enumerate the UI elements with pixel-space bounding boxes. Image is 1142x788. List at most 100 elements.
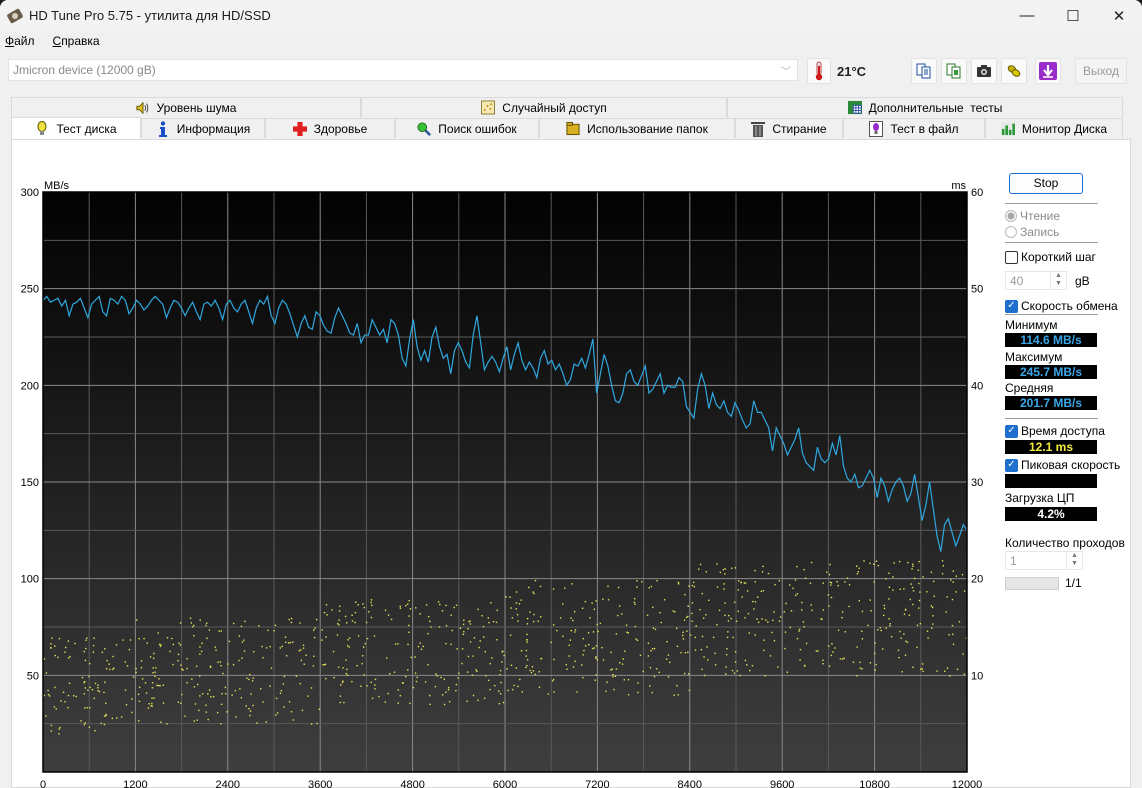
access-time-point	[844, 581, 846, 583]
copy-info-button[interactable]	[941, 58, 967, 84]
access-time-point	[434, 685, 437, 688]
tab-folder-usage[interactable]: Использование папок	[539, 118, 735, 138]
transfer-rate-checkbox[interactable]: ✓ Скорость обмена	[1005, 299, 1118, 313]
access-time-point	[366, 637, 369, 640]
tab-disk-monitor[interactable]: Монитор Диска	[985, 118, 1123, 138]
access-time-point	[726, 648, 728, 650]
tab-random-access[interactable]: Случайный доступ	[361, 97, 727, 117]
save-button[interactable]	[1035, 58, 1061, 84]
access-time-point	[888, 586, 891, 588]
screenshot-button[interactable]	[971, 58, 997, 84]
options-button[interactable]	[1001, 58, 1027, 84]
drive-select[interactable]: Jmicron device (12000 gB) ﹀	[8, 59, 798, 81]
spin-arrows-icon[interactable]: ▲ ▼	[1066, 552, 1082, 569]
access-time-point	[763, 649, 765, 652]
copy-text-button[interactable]	[911, 58, 937, 84]
access-time-point	[754, 601, 757, 603]
minimize-button[interactable]: —	[1004, 0, 1050, 31]
access-time-point	[764, 674, 766, 677]
tab-erase[interactable]: Стирание	[735, 118, 843, 138]
close-button[interactable]: ✕	[1096, 0, 1142, 31]
access-time-point	[951, 598, 954, 601]
read-radio[interactable]: Чтение	[1005, 209, 1060, 223]
access-time-point	[337, 666, 340, 668]
access-time-point	[487, 617, 490, 619]
x-tick-label: 3600	[308, 779, 332, 788]
access-time-point	[869, 599, 871, 601]
burst-rate-checkbox[interactable]: ✓ Пиковая скорость	[1005, 458, 1120, 472]
access-time-point	[92, 644, 95, 647]
tab-error-scan[interactable]: Поиск ошибок	[395, 118, 539, 138]
access-time-point	[321, 629, 323, 631]
access-time-point	[238, 635, 241, 637]
access-time-point	[157, 684, 160, 687]
access-time-point	[763, 639, 765, 641]
access-time-point	[621, 613, 623, 615]
tab-label: Поиск ошибок	[438, 121, 517, 136]
short-stroke-checkbox[interactable]: Короткий шаг	[1005, 250, 1096, 264]
access-time-point	[773, 611, 775, 613]
access-time-point	[341, 681, 344, 684]
access-time-point	[54, 654, 56, 657]
access-time-point	[357, 635, 360, 637]
tab-info[interactable]: Информация	[141, 118, 265, 138]
y-tick-label: 100	[21, 574, 39, 586]
menu-file[interactable]: Файл	[5, 34, 35, 48]
access-time-point	[526, 633, 528, 636]
access-time-point	[863, 560, 865, 562]
access-time-point	[687, 673, 690, 675]
access-time-point	[54, 645, 56, 647]
access-time-point	[728, 614, 730, 617]
access-time-point	[691, 602, 694, 604]
access-time-point	[839, 658, 842, 660]
access-time-point	[570, 617, 572, 619]
access-time-checkbox[interactable]: ✓ Время доступа	[1005, 424, 1105, 438]
access-time-point	[573, 610, 576, 613]
tab-label: Тест в файл	[890, 121, 959, 136]
short-stroke-size-input[interactable]: 40 ▲ ▼	[1005, 271, 1067, 290]
access-time-point	[714, 652, 716, 655]
access-time-point	[274, 624, 277, 626]
access-time-point	[109, 668, 111, 671]
access-time-point	[883, 607, 886, 610]
access-time-point	[303, 663, 305, 665]
access-time-point	[103, 723, 106, 726]
access-time-point	[83, 693, 86, 695]
checkbox-unchecked-icon	[1005, 250, 1018, 264]
access-time-point	[798, 628, 801, 631]
access-time-point	[829, 581, 831, 583]
passes-input[interactable]: 1 ▲ ▼	[1005, 551, 1083, 570]
write-radio[interactable]: Запись	[1005, 225, 1059, 239]
access-time-point	[148, 703, 150, 705]
spin-arrows-icon[interactable]: ▲ ▼	[1050, 272, 1066, 289]
exit-button[interactable]: Выход	[1075, 58, 1127, 84]
access-time-point	[74, 642, 76, 645]
tab-noise-level[interactable]: Уровень шума	[11, 97, 361, 117]
access-time-point	[265, 647, 268, 649]
access-time-point	[532, 591, 534, 593]
access-time-point	[574, 660, 576, 662]
y2-tick-label: 60	[971, 187, 983, 199]
access-time-point	[310, 687, 313, 689]
stop-button[interactable]: Stop	[1009, 173, 1083, 194]
tab-health[interactable]: Здоровье	[265, 118, 395, 138]
access-time-point	[301, 709, 304, 712]
access-time-point	[950, 579, 952, 581]
access-time-point	[509, 634, 512, 636]
access-time-point	[112, 668, 114, 671]
tab-file-benchmark[interactable]: Тест в файл	[843, 118, 985, 138]
access-time-point	[198, 709, 200, 712]
access-time-point	[822, 582, 825, 584]
access-time-point	[801, 609, 803, 611]
temperature-button[interactable]	[807, 58, 831, 84]
access-time-point	[179, 622, 182, 624]
tab-benchmark[interactable]: Тест диска	[11, 117, 141, 139]
access-time-point	[803, 665, 806, 667]
access-time-point	[445, 604, 447, 607]
maximize-button[interactable]: ☐	[1050, 0, 1096, 31]
access-time-point	[621, 663, 624, 665]
access-time-point	[419, 613, 421, 615]
access-time-point	[692, 581, 695, 584]
menu-help[interactable]: Справка	[53, 34, 100, 48]
tab-extra-tests[interactable]: Дополнительные тесты	[727, 97, 1123, 117]
